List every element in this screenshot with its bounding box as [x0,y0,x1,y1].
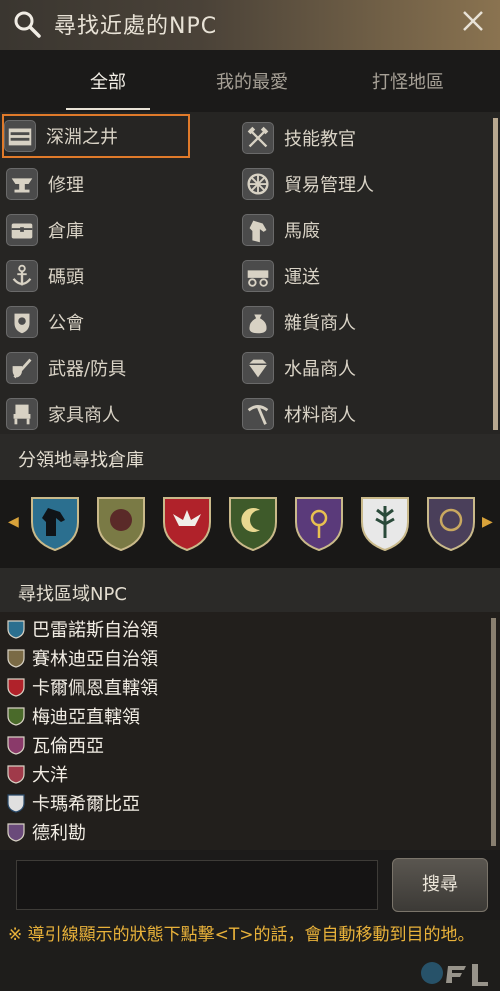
balenos-crest-icon [7,620,25,639]
npc-type-label: 水晶商人 [284,359,356,380]
npc-type-grid: 深淵之井 修理 倉庫 碼頭 公會 武器/防具 家具商人 技能教官 貿易管理人 馬… [0,112,500,434]
region-item-kamasylvia[interactable]: 卡瑪希爾比亞 [6,788,306,816]
close-icon[interactable] [460,8,486,34]
npc-type-label: 公會 [48,313,84,334]
territory-crest-carousel: ◀ ▶ [0,480,500,568]
search-icon[interactable] [12,9,42,39]
scrollbar-thumb[interactable] [493,118,498,430]
npc-type-label: 貿易管理人 [284,175,374,196]
window-title: 尋找近處的NPC [54,14,218,39]
tab-all[interactable]: 全部 [66,68,150,94]
region-label: 卡爾佩恩直轄領 [32,678,158,699]
kamasylvia-tree-crest-icon[interactable] [358,492,412,554]
tab-bar: 全部 我的最愛 打怪地區 [0,50,500,112]
anvil-icon [6,168,38,200]
search-area: 搜尋 [0,850,500,920]
drieghan-crest-icon [7,823,25,842]
active-tab-indicator [66,108,150,110]
drieghan-crest-icon[interactable] [424,492,478,554]
npc-type-label: 運送 [284,267,320,288]
region-item-balenos[interactable]: 巴雷諾斯自治領 [6,614,306,642]
crossed-axes-icon [242,122,274,154]
npc-type-label: 雜貨商人 [284,313,356,334]
region-label: 巴雷諾斯自治領 [32,620,158,641]
npc-type-transport[interactable]: 運送 [242,256,442,296]
region-item-serendia[interactable]: 賽林迪亞自治領 [6,643,306,671]
balenos-eagle-crest-icon[interactable] [160,492,214,554]
npc-type-trade-manager[interactable]: 貿易管理人 [242,164,442,204]
npc-type-label: 家具商人 [48,405,120,426]
pickaxe-icon [242,398,274,430]
region-label: 賽林迪亞自治領 [32,649,158,670]
wagon-icon [242,260,274,292]
guild-crest-icon [6,306,38,338]
region-label: 大洋 [32,765,68,786]
npc-type-weapons-armor[interactable]: 武器/防具 [6,348,186,388]
carousel-right-arrow-icon[interactable]: ▶ [482,514,493,530]
region-item-drieghan[interactable]: 德利勘 [6,817,306,845]
npc-type-label: 修理 [48,175,84,196]
calpheon-horse-crest-icon[interactable] [28,492,82,554]
chest-icon [6,214,38,246]
kamasylvia-crest-icon [7,794,25,813]
chair-icon [6,398,38,430]
npc-type-label: 碼頭 [48,267,84,288]
tab-favorites[interactable]: 我的最愛 [200,68,304,94]
npc-type-dock[interactable]: 碼頭 [6,256,186,296]
npc-type-label: 馬廄 [284,221,320,242]
tab-hunting-areas[interactable]: 打怪地區 [356,68,460,94]
region-section-title: 尋找區域NPC [0,568,500,612]
region-item-calpheon[interactable]: 卡爾佩恩直轄領 [6,672,306,700]
search-input[interactable] [16,860,378,910]
window-header: 尋找近處的NPC [0,0,500,50]
hint-note: ※ 導引線顯示的狀態下點擊<T>的話，會自動移動到目的地。 [8,925,475,945]
npc-type-stable[interactable]: 馬廄 [242,210,442,250]
region-list: 巴雷諾斯自治領 賽林迪亞自治領 卡爾佩恩直轄領 梅迪亞直轄領 瓦倫西亞 大洋 卡… [0,612,500,850]
region-item-valencia[interactable]: 瓦倫西亞 [6,730,306,758]
sack-icon [242,306,274,338]
region-label: 卡瑪希爾比亞 [32,794,140,815]
serendia-crest-icon [7,649,25,668]
warehouse-section-title: 分領地尋找倉庫 [0,434,500,480]
wheel-icon [242,168,274,200]
npc-type-general-merchant[interactable]: 雜貨商人 [242,302,442,342]
npc-type-material-merchant[interactable]: 材料商人 [242,394,442,434]
npc-type-label: 技能教官 [284,129,356,150]
carousel-left-arrow-icon[interactable]: ◀ [8,514,19,530]
region-item-mediah[interactable]: 梅迪亞直轄領 [6,701,306,729]
mediah-crest-icon [7,707,25,726]
region-label: 瓦倫西亞 [32,736,104,757]
npc-type-skill-instructor[interactable]: 技能教官 [242,118,442,158]
region-list-scrollbar[interactable] [491,618,496,846]
gem-icon [242,352,274,384]
valencia-crest-icon [7,736,25,755]
npc-type-crystal-merchant[interactable]: 水晶商人 [242,348,442,388]
npc-type-label: 倉庫 [48,221,84,242]
region-item-great-ocean[interactable]: 大洋 [6,759,306,787]
watermark-logo-icon [421,962,488,986]
ocean-crest-icon [7,765,25,784]
weapon-icon [6,352,38,384]
npc-type-label: 深淵之井 [46,127,118,148]
well-icon [4,120,36,152]
calpheon-crest-icon [7,678,25,697]
npc-type-guild[interactable]: 公會 [6,302,186,342]
npc-type-storage[interactable]: 倉庫 [6,210,186,250]
anchor-icon [6,260,38,292]
region-label: 德利勘 [32,823,86,844]
npc-type-abyss-well[interactable]: 深淵之井 [2,114,190,158]
valencia-eye-crest-icon[interactable] [292,492,346,554]
npc-grid-scrollbar[interactable] [493,118,498,430]
region-label: 梅迪亞直轄領 [32,707,140,728]
npc-type-label: 材料商人 [284,405,356,426]
npc-type-furniture-merchant[interactable]: 家具商人 [6,394,186,434]
horse-icon [242,214,274,246]
search-button[interactable]: 搜尋 [392,858,488,912]
npc-type-repair[interactable]: 修理 [6,164,186,204]
npc-type-label: 武器/防具 [48,359,127,380]
mediah-moon-crest-icon[interactable] [226,492,280,554]
serendia-lion-crest-icon[interactable] [94,492,148,554]
